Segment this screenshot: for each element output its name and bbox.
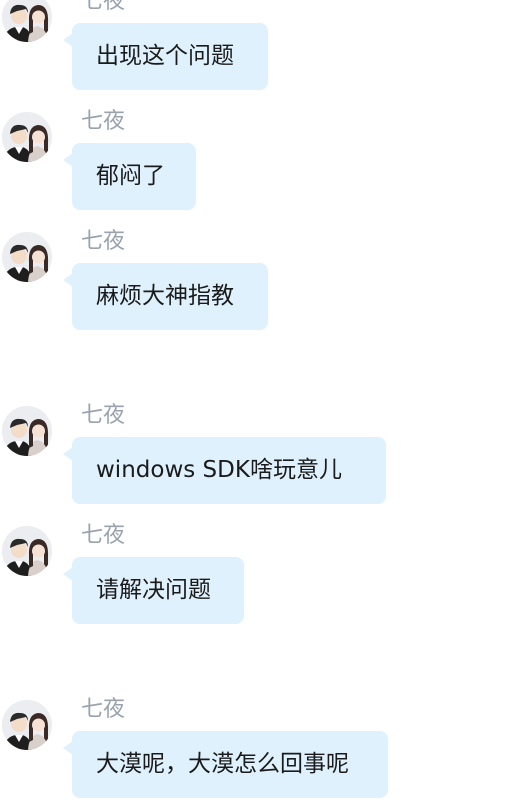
sender-name: 七夜 bbox=[81, 403, 126, 428]
message-bubble[interactable]: 麻烦大神指教 bbox=[63, 263, 268, 330]
couple-avatar-icon[interactable] bbox=[2, 112, 52, 162]
message-bubble[interactable]: 郁闷了 bbox=[63, 143, 196, 210]
couple-avatar-icon[interactable] bbox=[2, 232, 52, 282]
sender-name: 七夜 bbox=[81, 0, 126, 14]
message-bubble[interactable]: 请解决问题 bbox=[63, 557, 244, 624]
chat-window: { "messages": [ { "sender": "七夜", "text"… bbox=[0, 0, 530, 806]
sender-name: 七夜 bbox=[81, 229, 126, 254]
couple-avatar-icon[interactable] bbox=[2, 700, 52, 750]
sender-name: 七夜 bbox=[81, 523, 126, 548]
sender-name: 七夜 bbox=[81, 697, 126, 722]
message-bubble[interactable]: windows SDK啥玩意儿 bbox=[63, 437, 386, 504]
couple-avatar-icon[interactable] bbox=[2, 526, 52, 576]
message-bubble[interactable]: 出现这个问题 bbox=[63, 23, 268, 90]
couple-avatar-icon[interactable] bbox=[2, 406, 52, 456]
sender-name: 七夜 bbox=[81, 109, 126, 134]
message-bubble[interactable]: 大漠呢，大漠怎么回事呢 bbox=[63, 731, 388, 798]
couple-avatar-icon[interactable] bbox=[2, 0, 52, 42]
